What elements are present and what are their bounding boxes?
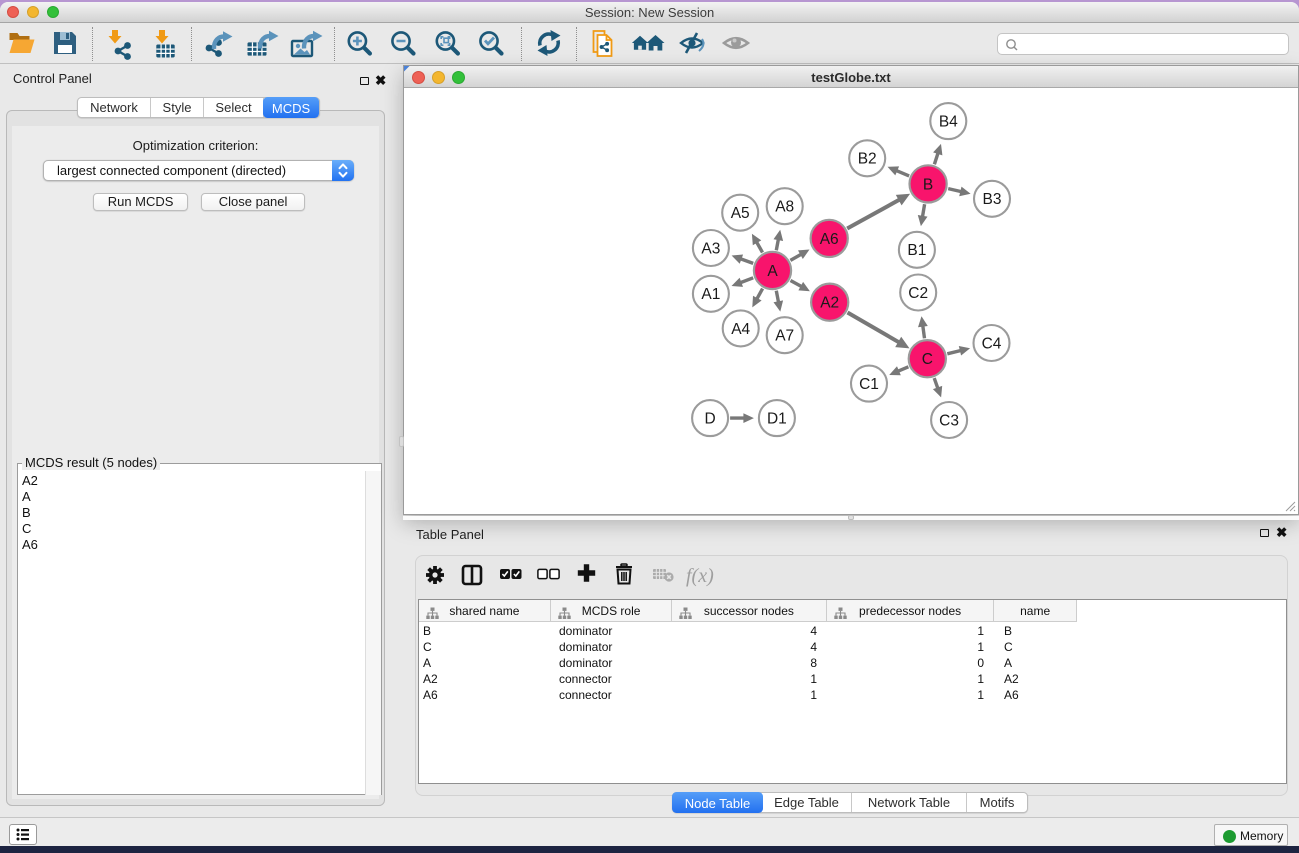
svg-text:C2: C2 xyxy=(908,285,928,302)
svg-text:B: B xyxy=(923,176,933,193)
svg-text:A: A xyxy=(767,263,778,280)
svg-text:A7: A7 xyxy=(775,328,794,345)
svg-text:B1: B1 xyxy=(907,242,926,259)
svg-text:B4: B4 xyxy=(939,114,958,131)
svg-text:C4: C4 xyxy=(982,335,1002,352)
svg-text:f(x): f(x) xyxy=(686,565,714,587)
svg-text:A1: A1 xyxy=(701,286,720,303)
svg-text:A4: A4 xyxy=(731,321,750,338)
svg-text:A5: A5 xyxy=(731,205,750,222)
svg-text:B2: B2 xyxy=(858,151,877,168)
svg-text:C: C xyxy=(922,351,933,368)
svg-text:A8: A8 xyxy=(775,199,794,216)
svg-text:C3: C3 xyxy=(939,412,959,429)
svg-text:C1: C1 xyxy=(859,376,879,393)
svg-text:A2: A2 xyxy=(820,295,839,312)
svg-text:B3: B3 xyxy=(983,191,1002,208)
svg-text:A3: A3 xyxy=(701,240,720,257)
svg-text:A6: A6 xyxy=(820,231,839,248)
svg-text:D: D xyxy=(704,411,715,428)
svg-text:D1: D1 xyxy=(767,411,787,428)
